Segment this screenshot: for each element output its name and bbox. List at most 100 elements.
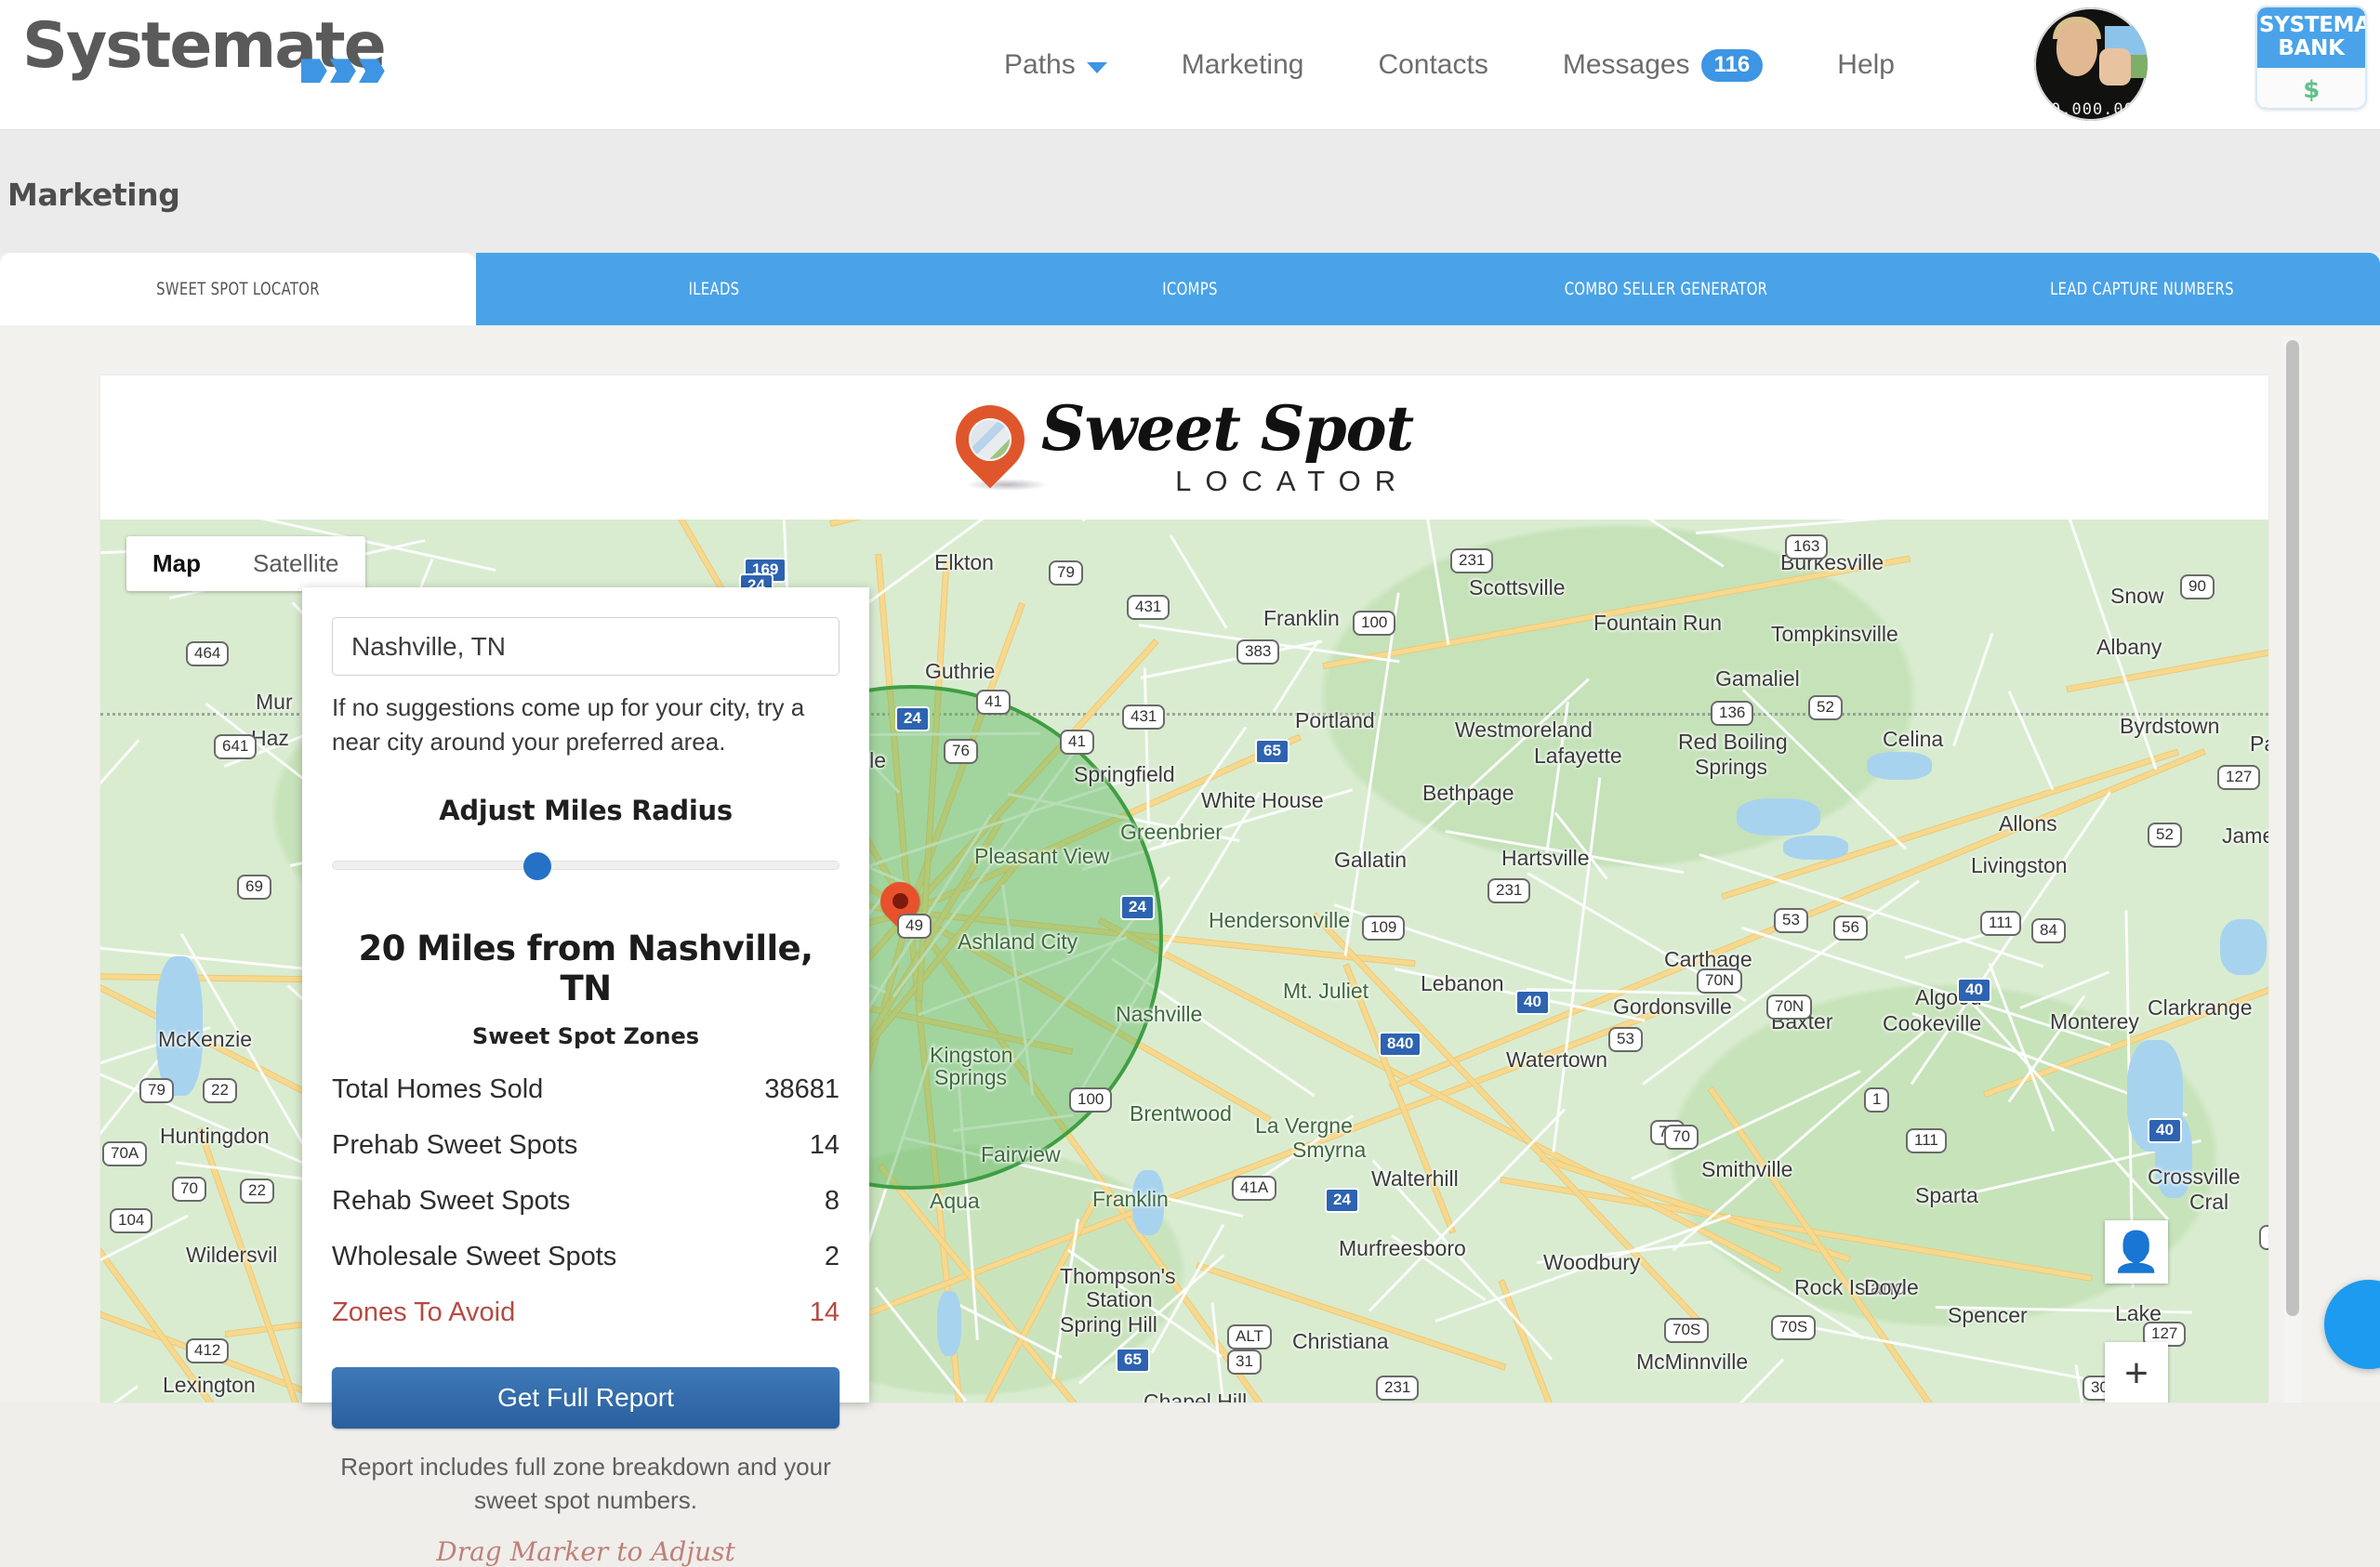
route-shield: 111 — [1980, 911, 2021, 936]
map-pin-globe-icon — [956, 405, 1025, 491]
search-hint-text: If no suggestions come up for your city,… — [332, 691, 840, 759]
map-label: McMinnville — [1636, 1350, 1748, 1375]
map-label: Celina — [1883, 727, 1943, 752]
slider-thumb[interactable] — [523, 852, 551, 880]
map-label: Crossville — [2148, 1165, 2241, 1190]
route-shield: 68 — [2259, 1225, 2268, 1250]
get-full-report-button[interactable]: Get Full Report — [332, 1367, 840, 1429]
route-shield: 70S — [1771, 1315, 1816, 1340]
map-label: Franklin — [1092, 1187, 1169, 1212]
map-label: Ashland City — [958, 929, 1078, 955]
route-shield: 49 — [897, 914, 932, 939]
route-shield: 109 — [1362, 915, 1405, 941]
route-shield: 40 — [1957, 978, 1991, 1003]
page-scrollbar[interactable] — [2283, 336, 2302, 1402]
map-label: Guthrie — [925, 659, 995, 684]
chevron-down-icon — [1087, 62, 1107, 73]
route-shield: 76 — [944, 739, 978, 764]
bank-badge-title-line2: BANK — [2259, 37, 2363, 60]
tab-lead-capture-numbers[interactable]: LEAD CAPTURE NUMBERS — [1956, 253, 2327, 325]
stat-value: 2 — [825, 1242, 840, 1272]
tab-icomps[interactable]: ICOMPS — [1004, 253, 1375, 325]
map-label: Aqua — [930, 1189, 980, 1214]
map-label: Cookeville — [1883, 1011, 1981, 1036]
map-label: Fountain Run — [1593, 611, 1722, 636]
stat-value: 14 — [810, 1297, 840, 1328]
map-label: Haz — [251, 726, 289, 751]
bank-badge-title-line1: SYSTEMATE — [2259, 14, 2363, 37]
map-label: Murfreesboro — [1339, 1236, 1466, 1261]
sweet-spot-locator-logo: Sweet Spot LOCATOR — [100, 375, 2268, 520]
marketing-tabs: SWEET SPOT LOCATOR ILEADS ICOMPS COMBO S… — [0, 253, 2380, 325]
map-label: Greenbrier — [1120, 820, 1223, 845]
city-search-input[interactable] — [332, 617, 840, 676]
nav-item-marketing[interactable]: Marketing — [1144, 49, 1342, 81]
nav-item-help[interactable]: Help — [1800, 49, 1932, 81]
map-label: Springfield — [1074, 762, 1175, 787]
map-label: Woodbury — [1543, 1250, 1640, 1275]
map-label: Gallatin — [1334, 848, 1407, 873]
systemate-bank-badge[interactable]: SYSTEMATE BANK $ 3,447.58 — [2255, 6, 2367, 110]
route-shield: 383 — [1236, 639, 1279, 665]
logo-title: Sweet Spot — [1041, 398, 1413, 459]
nav-item-paths[interactable]: Paths — [967, 49, 1144, 81]
stat-row: Zones To Avoid14 — [332, 1297, 840, 1328]
map-water — [1737, 798, 1820, 836]
map-type-map[interactable]: Map — [126, 536, 227, 591]
locator-control-panel: If no suggestions come up for your city,… — [302, 587, 869, 1402]
map-type-satellite[interactable]: Satellite — [227, 536, 365, 591]
result-subtitle: Sweet Spot Zones — [332, 1023, 840, 1049]
map-label: Lexington — [163, 1373, 256, 1398]
route-shield: 31 — [1227, 1350, 1262, 1375]
avatar[interactable]: 0,000.00 — [2034, 7, 2148, 121]
map-label: Fairview — [981, 1142, 1061, 1167]
street-view-pegman-icon[interactable]: 👤 — [2105, 1220, 2168, 1284]
route-shield: 22 — [240, 1179, 274, 1204]
map-label: Bethpage — [1422, 781, 1514, 806]
brand-logo[interactable]: Systemate — [22, 13, 385, 79]
route-shield: 79 — [1049, 560, 1083, 586]
slider-track[interactable] — [332, 861, 840, 870]
route-shield: 53 — [1608, 1027, 1643, 1052]
route-shield: 231 — [1450, 548, 1493, 573]
map-label: Hartsville — [1501, 846, 1590, 871]
route-shield: 24 — [1120, 895, 1155, 920]
route-shield: 70 — [1664, 1125, 1699, 1150]
avatar-shirt-text: 0,000.00 — [2051, 100, 2135, 119]
tab-combo-seller-generator[interactable]: COMBO SELLER GENERATOR — [1480, 253, 1851, 325]
stat-row: Rehab Sweet Spots8 — [332, 1186, 840, 1217]
map-label: Clarkrange — [2148, 995, 2253, 1021]
tab-sweet-spot-locator[interactable]: SWEET SPOT LOCATOR — [52, 253, 423, 325]
route-shield: 24 — [895, 706, 930, 731]
nav-item-contacts[interactable]: Contacts — [1341, 49, 1525, 81]
map-water — [156, 956, 203, 1096]
map-label: Mt. Juliet — [1283, 979, 1368, 1004]
page-scrollbar-thumb[interactable] — [2286, 340, 2299, 1316]
route-shield: 69 — [237, 875, 271, 900]
map-zoom-controls: + — [2105, 1342, 2168, 1402]
route-shield: 100 — [1069, 1087, 1112, 1113]
map-label: Smithville — [1701, 1157, 1792, 1182]
logo-subtitle: LOCATOR — [1041, 465, 1413, 498]
map-label: Portland — [1295, 708, 1375, 733]
route-shield: 70S — [1664, 1318, 1709, 1343]
stat-value: 14 — [810, 1130, 840, 1161]
tab-ileads[interactable]: ILEADS — [528, 253, 899, 325]
map-label: Snow — [2110, 584, 2164, 609]
map-label: James — [2222, 823, 2268, 849]
nav-item-messages[interactable]: Messages 116 — [1526, 49, 1800, 82]
drag-marker-note: Drag Marker to Adjust — [332, 1536, 840, 1567]
zoom-in-button[interactable]: + — [2105, 1342, 2168, 1402]
route-shield: 70N — [1697, 968, 1742, 994]
miles-radius-slider[interactable] — [332, 850, 840, 880]
brand-chevrons-icon — [301, 59, 385, 83]
map-label: Scottsville — [1469, 575, 1566, 600]
route-shield: 53 — [1774, 908, 1808, 933]
bank-badge-amount: $ 3,447.58 — [2257, 68, 2365, 110]
map-label: McKenzie — [158, 1027, 252, 1052]
map-label: Spencer — [1948, 1303, 2028, 1328]
map-label: Red Boiling — [1678, 730, 1788, 755]
map-label: Doyle — [1864, 1275, 1919, 1300]
nav-label-help: Help — [1837, 49, 1895, 81]
stat-row: Total Homes Sold38681 — [332, 1074, 840, 1105]
